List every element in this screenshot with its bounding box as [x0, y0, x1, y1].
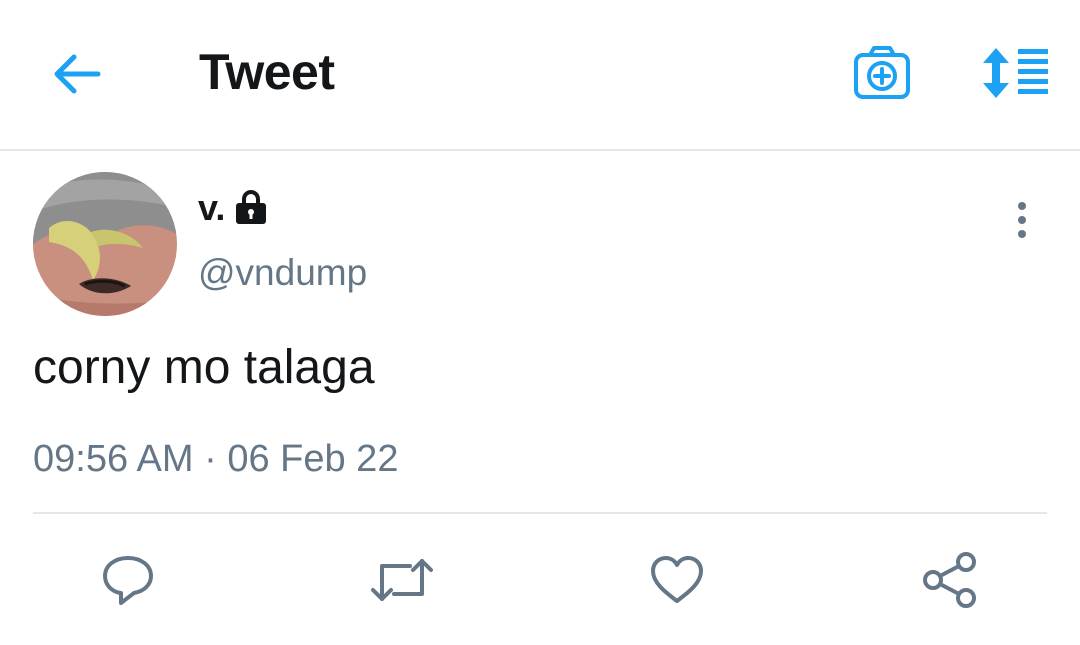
sort-button[interactable]	[974, 42, 1052, 104]
camera-button[interactable]	[850, 42, 914, 104]
divider	[33, 512, 1047, 514]
avatar-image	[33, 172, 177, 316]
share-icon	[923, 552, 976, 608]
camera-add-icon	[854, 46, 910, 99]
display-name: v.	[198, 187, 226, 228]
sort-list-icon	[983, 48, 1048, 98]
share-button[interactable]	[918, 548, 982, 612]
app-header: Tweet	[0, 0, 1080, 151]
user-handle[interactable]: @vndump	[198, 252, 367, 294]
like-button[interactable]	[645, 548, 709, 612]
reply-button[interactable]	[96, 548, 160, 612]
display-name-row[interactable]: v.	[198, 186, 269, 230]
avatar[interactable]	[33, 172, 177, 316]
arrow-left-icon	[54, 54, 101, 94]
lock-icon	[236, 190, 267, 224]
page-title: Tweet	[199, 44, 335, 100]
heart-icon	[651, 556, 703, 603]
tweet-text: corny mo talaga	[33, 341, 375, 394]
tweet-timestamp[interactable]: 09:56 AM · 06 Feb 22	[33, 438, 398, 481]
reply-icon	[103, 556, 153, 605]
back-button[interactable]	[48, 48, 106, 100]
retweet-icon	[371, 559, 433, 601]
retweet-button[interactable]	[370, 548, 434, 612]
more-vertical-icon	[1018, 202, 1026, 238]
more-options-button[interactable]	[1002, 196, 1042, 244]
